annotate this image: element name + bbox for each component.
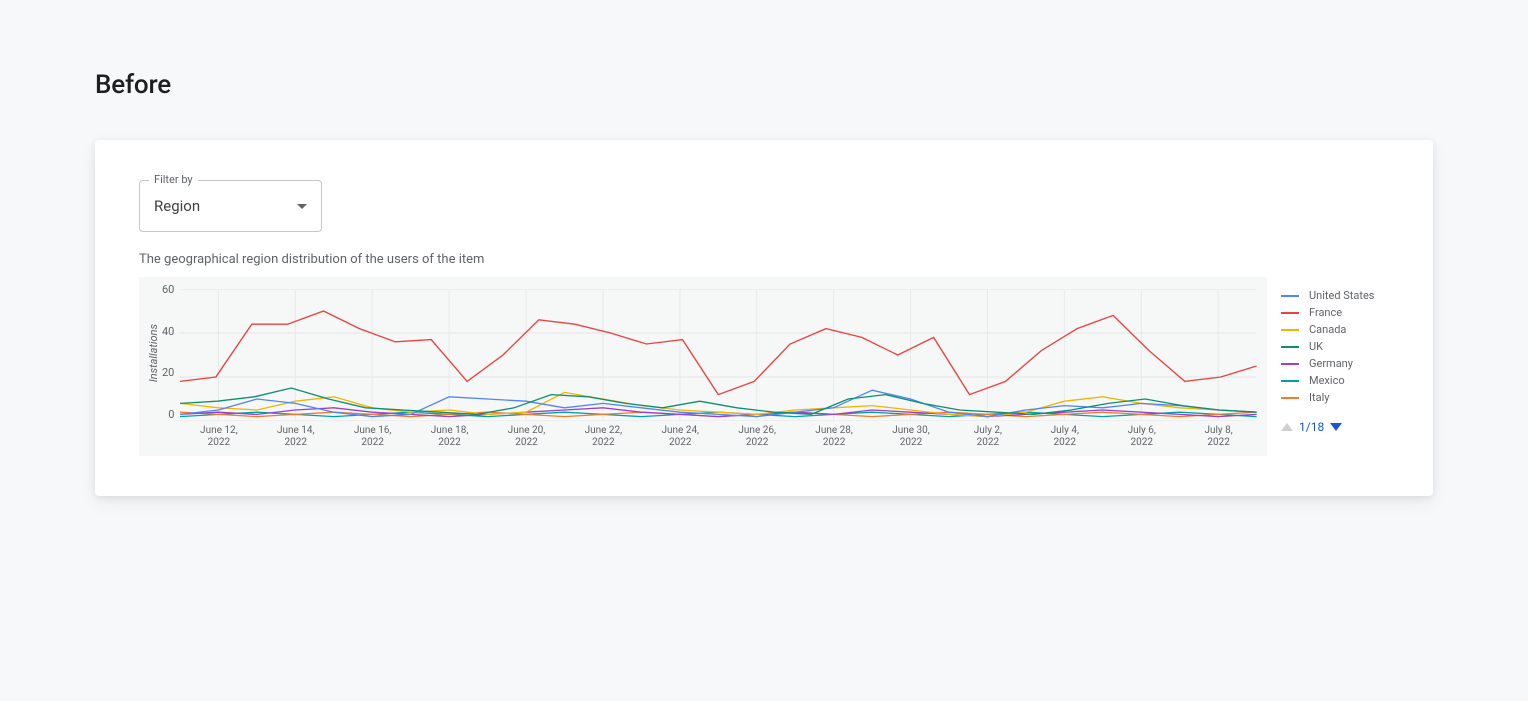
filter-value: Region	[154, 197, 200, 215]
x-axis-ticks: June 12,2022June 14,2022June 16,2022June…	[180, 421, 1257, 448]
legend-swatch	[1281, 363, 1299, 365]
pager-next-icon[interactable]	[1330, 423, 1342, 431]
y-tick: 0	[162, 408, 174, 421]
chart-svg	[180, 289, 1257, 421]
y-axis-ticks: 60 40 20 0	[162, 283, 180, 421]
x-tick: June 18,2022	[411, 425, 488, 448]
x-tick: June 28,2022	[796, 425, 873, 448]
legend-label: Mexico	[1309, 374, 1345, 387]
chart-card: Filter by Region The geographical region…	[95, 140, 1433, 496]
chevron-down-icon	[297, 204, 307, 209]
legend-item[interactable]: Germany	[1281, 355, 1389, 372]
legend-item[interactable]: UK	[1281, 338, 1389, 355]
legend-item[interactable]: France	[1281, 304, 1389, 321]
legend-swatch	[1281, 346, 1299, 348]
y-axis-label: Installations	[145, 324, 162, 382]
legend-item[interactable]: Italy	[1281, 389, 1389, 406]
pager-prev-icon[interactable]	[1281, 423, 1293, 431]
legend-pager: 1/18	[1281, 420, 1389, 434]
legend-swatch	[1281, 295, 1299, 297]
x-tick: July 6,2022	[1103, 425, 1180, 448]
legend-swatch	[1281, 312, 1299, 314]
legend-item[interactable]: United States	[1281, 287, 1389, 304]
legend-label: Canada	[1309, 323, 1346, 336]
legend-item[interactable]: Canada	[1281, 321, 1389, 338]
pager-text: 1/18	[1299, 420, 1324, 434]
x-tick: June 24,2022	[642, 425, 719, 448]
x-tick: June 20,2022	[488, 425, 565, 448]
x-tick: June 30,2022	[873, 425, 950, 448]
legend-swatch	[1281, 329, 1299, 331]
x-tick: July 8,2022	[1180, 425, 1257, 448]
filter-by-select[interactable]: Filter by Region	[139, 180, 322, 232]
y-tick: 20	[162, 366, 174, 379]
legend-label: Germany	[1309, 357, 1353, 370]
legend-label: UK	[1309, 340, 1323, 353]
chart-plot: Installations 6040200 June 12,2022June 1…	[139, 277, 1267, 456]
legend-label: France	[1309, 306, 1342, 319]
legend-swatch	[1281, 397, 1299, 399]
series-line	[180, 311, 1257, 395]
chart-subtitle: The geographical region distribution of …	[139, 252, 1389, 267]
x-tick: July 2,2022	[949, 425, 1026, 448]
x-tick: June 12,2022	[180, 425, 257, 448]
legend-item[interactable]: Mexico	[1281, 372, 1389, 389]
chart-legend: United States France Canada UK Germany Mexico…	[1281, 277, 1389, 456]
y-tick: 40	[162, 325, 174, 338]
legend-label: United States	[1309, 289, 1374, 302]
x-tick: June 16,2022	[334, 425, 411, 448]
x-tick: June 22,2022	[565, 425, 642, 448]
x-tick: June 14,2022	[257, 425, 334, 448]
page-title: Before	[95, 70, 1433, 100]
legend-swatch	[1281, 380, 1299, 382]
x-tick: July 4,2022	[1026, 425, 1103, 448]
filter-label: Filter by	[149, 173, 198, 186]
y-tick: 60	[162, 283, 174, 296]
x-tick: June 26,2022	[719, 425, 796, 448]
legend-label: Italy	[1309, 391, 1329, 404]
